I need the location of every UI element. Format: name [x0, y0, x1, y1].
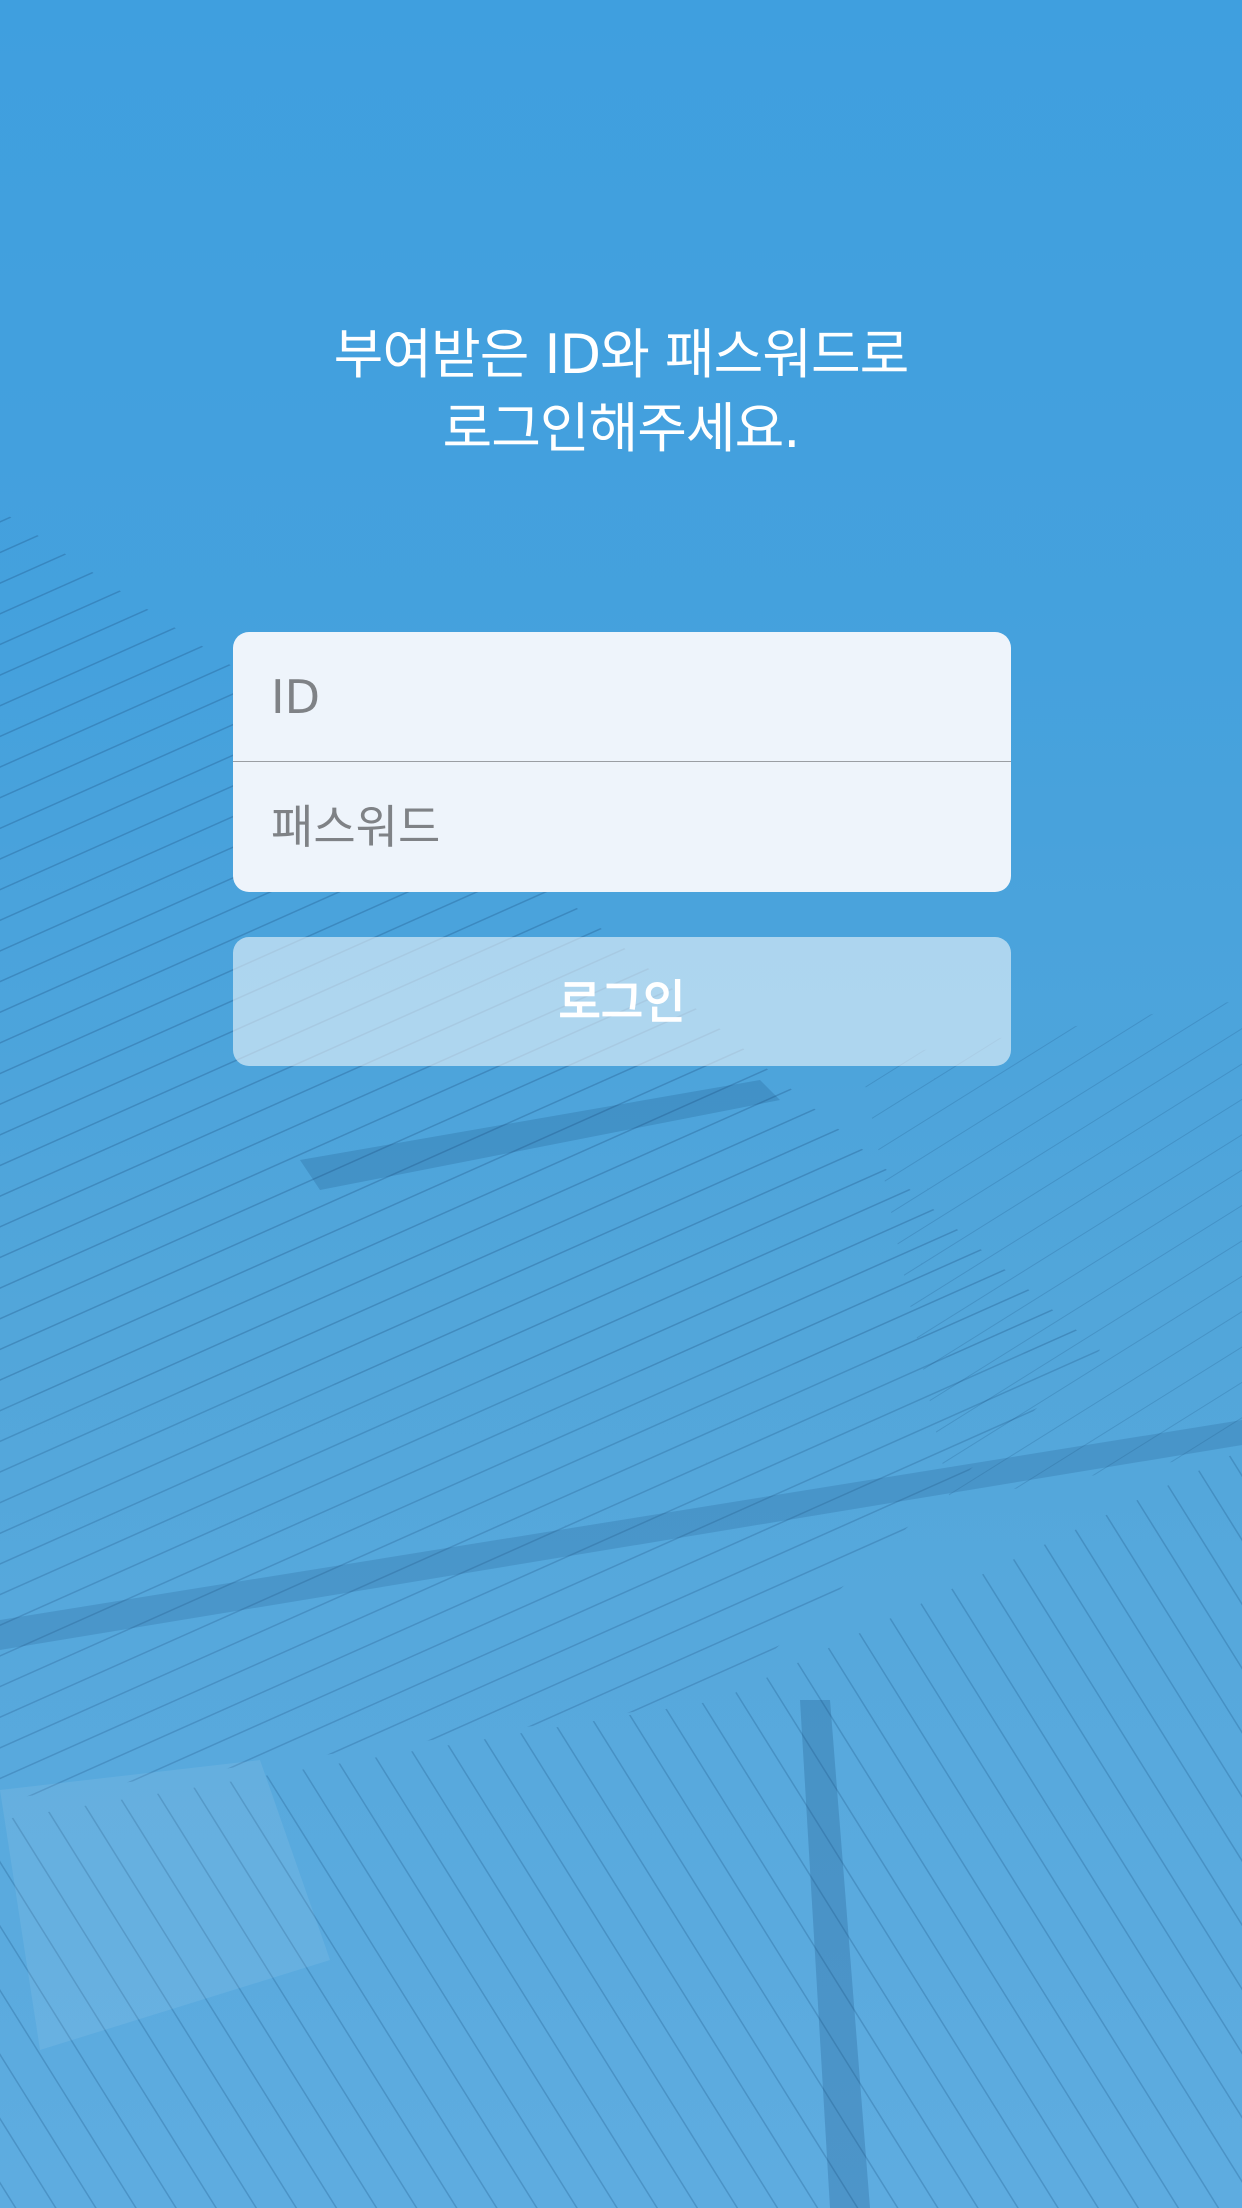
- id-field-container: [233, 632, 1011, 761]
- id-input[interactable]: [233, 632, 1011, 761]
- login-button[interactable]: 로그인: [233, 937, 1011, 1066]
- password-input[interactable]: [233, 762, 1011, 891]
- login-instruction-headline: 부여받은 ID와 패스워드로 로그인해주세요.: [0, 318, 1242, 466]
- headline-line-2: 로그인해주세요.: [442, 397, 801, 460]
- password-field-container: [233, 762, 1011, 891]
- login-form: [233, 632, 1011, 892]
- headline-line-1: 부여받은 ID와 패스워드로: [333, 323, 910, 386]
